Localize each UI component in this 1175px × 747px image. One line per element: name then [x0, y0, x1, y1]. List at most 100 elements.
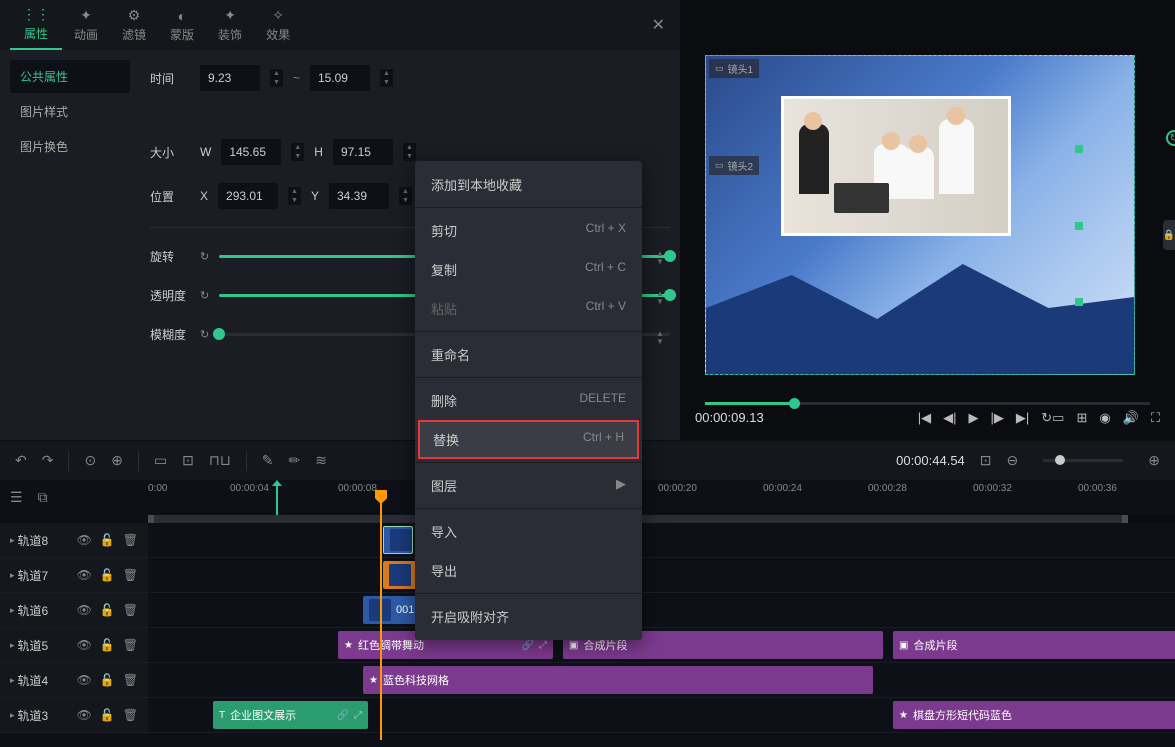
rotate-handle[interactable]: ↻: [1166, 130, 1175, 146]
zoom-in-button[interactable]: ⊕: [1148, 452, 1160, 469]
menu-cut[interactable]: 剪切Ctrl + X: [415, 211, 642, 250]
height-input[interactable]: [333, 139, 393, 165]
split-button[interactable]: ⊓⊔: [209, 452, 231, 469]
visibility-icon[interactable]: 👁: [77, 638, 92, 652]
sidebar-item-common[interactable]: 公共属性: [10, 60, 130, 93]
play-button[interactable]: ▶: [969, 410, 979, 426]
menu-replace[interactable]: 替换Ctrl + H: [418, 420, 639, 459]
menu-export[interactable]: 导出: [415, 551, 642, 590]
edit-button[interactable]: ✏: [289, 452, 301, 469]
visibility-icon[interactable]: 👁: [77, 568, 92, 582]
layers-button[interactable]: ≋: [315, 452, 327, 469]
sidebar-item-style[interactable]: 图片样式: [10, 95, 130, 128]
resize-handle[interactable]: [1075, 145, 1083, 153]
next-button[interactable]: ▶|: [1016, 410, 1029, 426]
x-spinner[interactable]: ▲▼: [288, 187, 301, 205]
zoom-out-button[interactable]: ⊖: [1007, 452, 1019, 469]
track-name[interactable]: 轨道7: [10, 567, 69, 584]
width-input[interactable]: [221, 139, 281, 165]
reset-icon[interactable]: ↻: [200, 289, 209, 302]
delete-icon[interactable]: 🗑: [123, 708, 138, 722]
lock-icon[interactable]: 🔓: [100, 638, 115, 652]
menu-import[interactable]: 导入: [415, 512, 642, 551]
crop-button[interactable]: ⊡: [182, 452, 194, 469]
visibility-icon[interactable]: 👁: [77, 603, 92, 617]
redo-button[interactable]: ↷: [42, 452, 54, 469]
reset-icon[interactable]: ↻: [200, 250, 209, 263]
height-spinner[interactable]: ▲▼: [403, 143, 416, 161]
panel-scroll-up[interactable]: ▲▼: [656, 250, 670, 266]
track-content[interactable]: 新: [148, 558, 1175, 592]
select-button[interactable]: ▭: [154, 452, 167, 469]
timeline-clip[interactable]: T企业图文展示🔗⤢: [213, 701, 368, 729]
target-button[interactable]: ⊕: [111, 452, 123, 469]
step-back-button[interactable]: ◀|: [943, 410, 956, 426]
delete-icon[interactable]: 🗑: [123, 568, 138, 582]
prev-button[interactable]: |◀: [918, 410, 931, 426]
time-start-input[interactable]: [200, 65, 260, 91]
step-fwd-button[interactable]: |▶: [991, 410, 1004, 426]
track-list-button[interactable]: ☰: [10, 489, 23, 506]
panel-collapse-button[interactable]: 🔒: [1163, 220, 1175, 250]
lock-icon[interactable]: 🔓: [100, 708, 115, 722]
reset-icon[interactable]: ↻: [200, 328, 209, 341]
track-name[interactable]: 轨道5: [10, 637, 69, 654]
zoom-slider[interactable]: [1043, 459, 1123, 462]
menu-delete[interactable]: 删除DELETE: [415, 381, 642, 420]
visibility-icon[interactable]: 👁: [77, 673, 92, 687]
menu-layer[interactable]: 图层▶: [415, 466, 642, 505]
tab-animation[interactable]: ✦动画: [62, 1, 110, 49]
lock-icon[interactable]: 🔓: [100, 673, 115, 687]
link-icon[interactable]: 🔗: [522, 640, 534, 651]
timeline-ruler[interactable]: 0:00 00:00:04 00:00:08 00:00:20 00:00:24…: [148, 480, 1175, 515]
preview-canvas[interactable]: ▭镜头1 ▭镜头2: [705, 55, 1135, 375]
menu-copy[interactable]: 复制Ctrl + C: [415, 250, 642, 289]
y-input[interactable]: [329, 183, 389, 209]
delete-icon[interactable]: 🗑: [123, 673, 138, 687]
track-content[interactable]: [148, 523, 1175, 557]
menu-rename[interactable]: 重命名: [415, 335, 642, 374]
timeline-scrollbar[interactable]: [148, 515, 1175, 523]
expand-icon[interactable]: ⤢: [539, 640, 547, 651]
panel-scroll-mid[interactable]: ▲▼: [656, 290, 670, 306]
visibility-icon[interactable]: 👁: [77, 533, 92, 547]
track-copy-button[interactable]: ⧉: [38, 489, 48, 506]
grid-button[interactable]: ⊞: [1076, 410, 1087, 426]
resize-handle[interactable]: [1075, 298, 1083, 306]
menu-add-favorite[interactable]: 添加到本地收藏: [415, 165, 642, 204]
track-name[interactable]: 轨道3: [10, 707, 69, 724]
track-content[interactable]: T企业图文展示🔗⤢★棋盘方形短代码蓝色: [148, 698, 1175, 732]
marker-button[interactable]: ⊙: [84, 452, 96, 469]
lock-icon[interactable]: 🔓: [100, 568, 115, 582]
undo-button[interactable]: ↶: [15, 452, 27, 469]
delete-icon[interactable]: 🗑: [123, 603, 138, 617]
track-name[interactable]: 轨道4: [10, 672, 69, 689]
fullscreen-button[interactable]: ⛶: [1151, 410, 1160, 426]
track-content[interactable]: ★蓝色科技网格: [148, 663, 1175, 697]
menu-snap[interactable]: 开启吸附对齐: [415, 597, 642, 636]
timeline-clip[interactable]: [383, 526, 413, 554]
timeline-clip[interactable]: ★棋盘方形短代码蓝色: [893, 701, 1175, 729]
resize-handle[interactable]: [1075, 222, 1083, 230]
delete-icon[interactable]: 🗑: [123, 533, 138, 547]
lock-icon[interactable]: 🔓: [100, 533, 115, 547]
time-end-spinner[interactable]: ▲▼: [380, 69, 393, 87]
fit-button[interactable]: ⊡: [980, 452, 992, 469]
tab-mask[interactable]: ◐蒙版: [158, 2, 206, 49]
lock-icon[interactable]: 🔓: [100, 603, 115, 617]
selected-image[interactable]: [781, 96, 1011, 236]
tab-filter[interactable]: ⚙滤镜: [110, 1, 158, 49]
loop-marker[interactable]: [276, 485, 278, 515]
panel-scroll-down[interactable]: ▲▼: [656, 330, 670, 346]
tab-properties[interactable]: ⋮⋮属性: [10, 0, 62, 50]
tab-decorate[interactable]: ✦装饰: [206, 1, 254, 49]
snapshot-button[interactable]: ◉: [1099, 410, 1110, 426]
visibility-icon[interactable]: 👁: [77, 708, 92, 722]
expand-icon[interactable]: ⤢: [354, 710, 362, 721]
timeline-clip[interactable]: ▣合成片段: [893, 631, 1175, 659]
time-end-input[interactable]: [310, 65, 370, 91]
y-spinner[interactable]: ▲▼: [399, 187, 412, 205]
close-icon[interactable]: ✕: [652, 15, 665, 35]
track-content[interactable]: ★红色绸带舞动🔗⤢▣合成片段▣合成片段: [148, 628, 1175, 662]
link-icon[interactable]: 🔗: [337, 710, 349, 721]
